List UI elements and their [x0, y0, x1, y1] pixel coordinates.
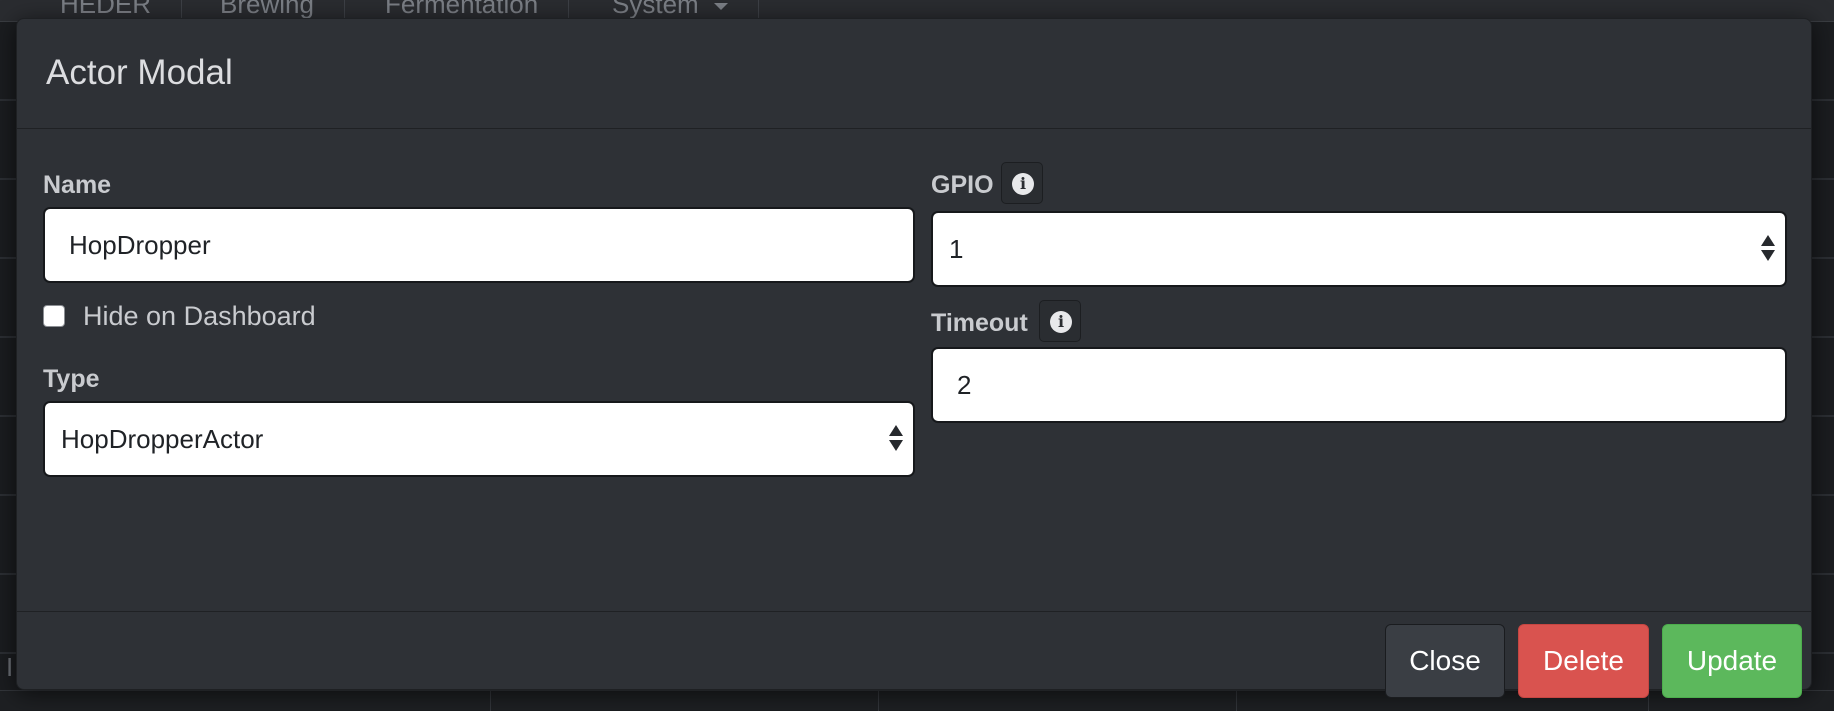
hide-on-dashboard-checkbox[interactable]: [43, 305, 65, 327]
background-edge-text: I: [6, 652, 14, 682]
select-arrows-icon: [1761, 233, 1775, 267]
modal-footer: Close Delete Update: [17, 611, 1811, 698]
type-label: Type: [43, 365, 100, 393]
modal-header: Actor Modal: [17, 19, 1811, 129]
close-button[interactable]: Close: [1385, 624, 1505, 698]
timeout-label: Timeout: [931, 309, 1028, 337]
gpio-label: GPIO: [931, 171, 994, 199]
modal-body: Name HopDropper Hide on Dashboard Type H…: [17, 129, 1811, 611]
info-icon: i: [1050, 311, 1072, 333]
gpio-selected-value: 1: [949, 234, 964, 264]
gpio-select[interactable]: 1: [931, 211, 1787, 287]
type-select[interactable]: HopDropperActor: [43, 401, 915, 477]
update-button[interactable]: Update: [1662, 624, 1802, 698]
caret-down-icon: [713, 2, 728, 10]
type-selected-value: HopDropperActor: [61, 424, 264, 454]
gpio-info-button[interactable]: i: [1001, 162, 1043, 204]
select-arrows-icon: [889, 423, 903, 457]
hide-on-dashboard-label[interactable]: Hide on Dashboard: [83, 301, 316, 332]
delete-button[interactable]: Delete: [1518, 624, 1649, 698]
info-icon: i: [1012, 173, 1034, 195]
name-input[interactable]: HopDropper: [43, 207, 915, 283]
name-label: Name: [43, 171, 112, 199]
background-column-divider: [1236, 691, 1237, 711]
background-column-divider: [878, 691, 879, 711]
nav-item-system-label: System: [612, 0, 699, 19]
timeout-input[interactable]: 2: [931, 347, 1787, 423]
timeout-info-button[interactable]: i: [1039, 300, 1081, 342]
background-column-divider: [490, 691, 491, 711]
actor-modal: Actor Modal Name HopDropper Hide on Dash…: [16, 18, 1812, 698]
modal-title: Actor Modal: [46, 53, 233, 92]
